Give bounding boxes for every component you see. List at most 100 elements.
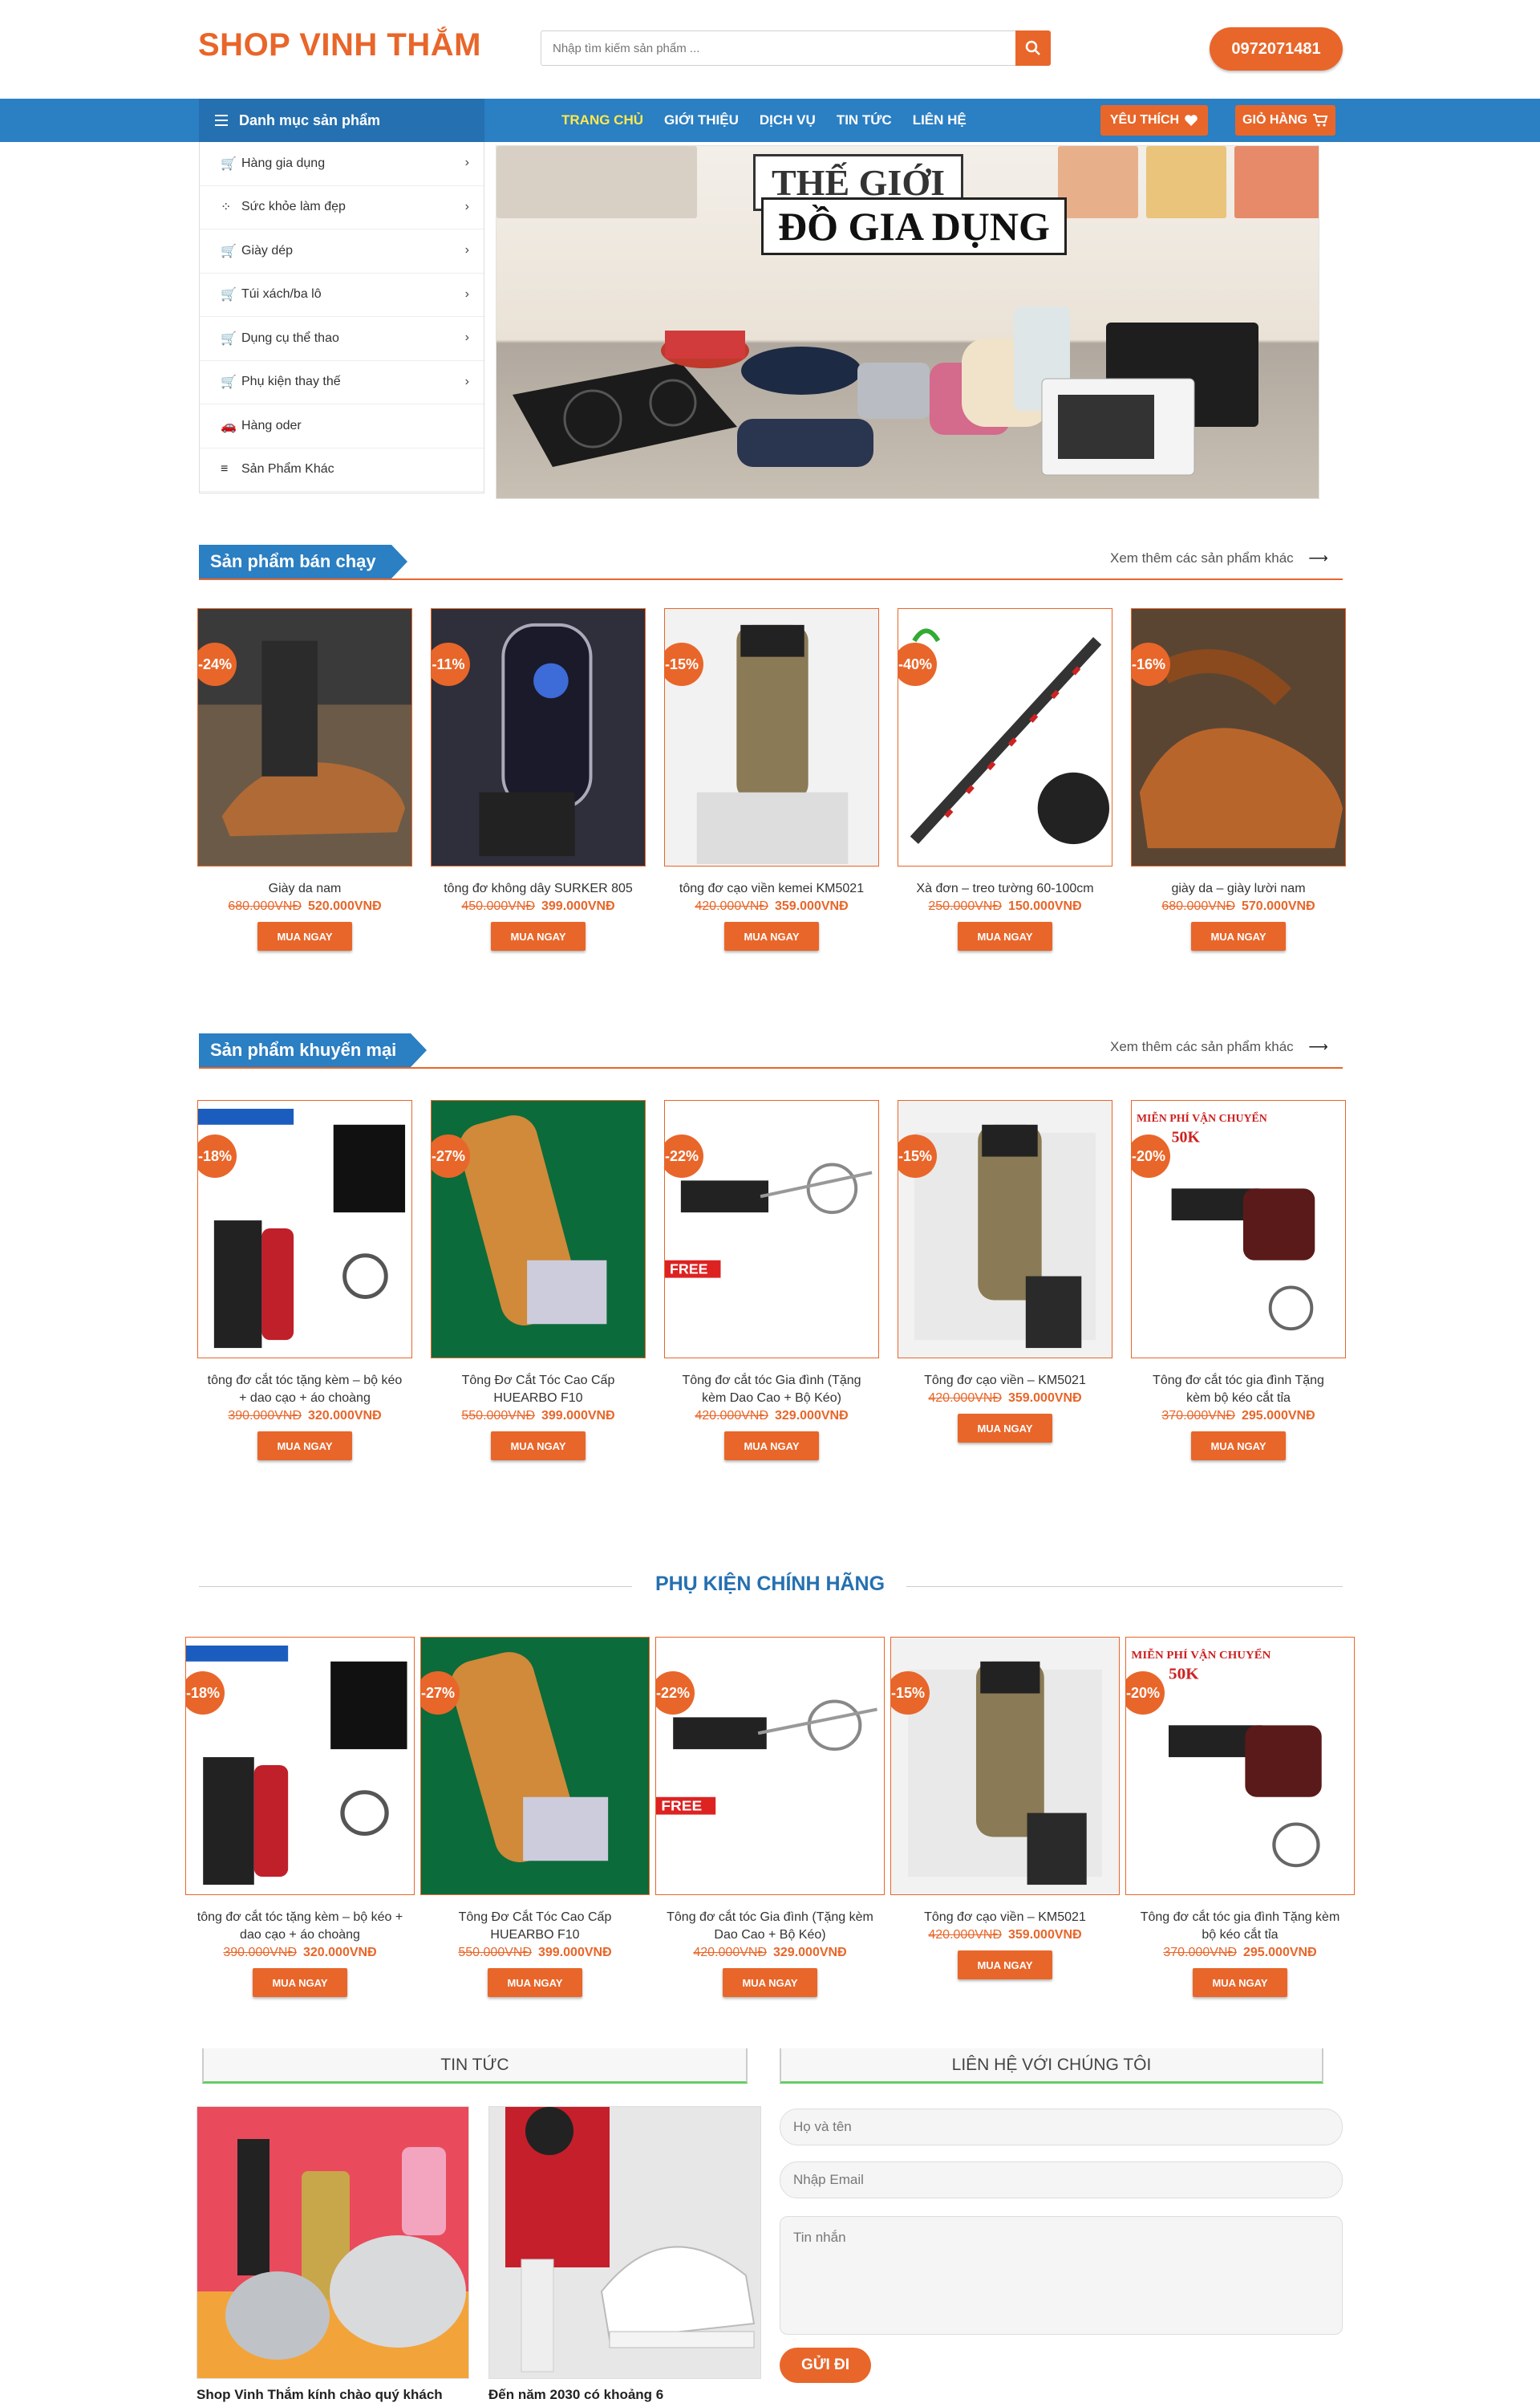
product-card[interactable]: -16% giày da – giày lười nam 680.000VNĐ 570… (1131, 608, 1346, 951)
buy-now-button[interactable]: MUA NGAY (488, 1968, 582, 1997)
buy-now-button[interactable]: MUA NGAY (958, 922, 1052, 951)
product-card[interactable]: FREE -22% Tông đơ cắt tóc Gia đình (Tặng k… (664, 1100, 879, 1460)
product-card[interactable]: -24% Giày da nam 680.000VNĐ 520.000VNĐ MUA N… (197, 608, 412, 951)
product-card[interactable]: -15% tông đơ cạo viền kemei KM5021 420.000… (664, 608, 879, 951)
news-caption-1[interactable]: Shop Vinh Thắm kính chào quý khách (197, 2387, 443, 2403)
product-name[interactable]: Tông đơ cắt tóc Gia đình (Tặng kèm Dao C… (655, 1909, 885, 1944)
sale-price: 359.000VNĐ (1008, 1928, 1082, 1942)
name-field[interactable]: Họ và tên (780, 2109, 1343, 2145)
category-item[interactable]: 🛒 Giày dép › (200, 229, 484, 274)
email-field[interactable]: Nhập Email (780, 2161, 1343, 2198)
old-price: 390.000VNĐ (228, 1409, 302, 1423)
cart-button[interactable]: GIỎ HÀNG (1235, 105, 1335, 136)
old-price: 390.000VNĐ (223, 1946, 297, 1959)
product-image[interactable]: -24% (197, 608, 412, 867)
product-image[interactable]: FREE -22% (655, 1637, 885, 1895)
product-image[interactable]: -27% (431, 1100, 646, 1358)
product-image[interactable]: -27% (420, 1637, 650, 1895)
product-name[interactable]: tông đơ cắt tóc tặng kèm – bộ kéo + dao … (185, 1909, 415, 1944)
category-item[interactable]: ≡ Sản Phẩm Khác (200, 449, 484, 492)
product-name[interactable]: tông đơ cạo viền kemei KM5021 (664, 880, 879, 898)
product-name[interactable]: Tông Đơ Cắt Tóc Cao Cấp HUEARBO F10 (420, 1909, 650, 1944)
product-card[interactable]: -18% tông đơ cắt tóc tặng kèm – bộ kéo + … (185, 1637, 415, 1997)
product-price: 370.000VNĐ 295.000VNĐ (1125, 1946, 1355, 1960)
product-name[interactable]: Xà đơn – treo tường 60-100cm (898, 880, 1112, 898)
product-image[interactable]: -15% (890, 1637, 1120, 1895)
search-button[interactable] (1015, 30, 1051, 66)
sale-price: 359.000VNĐ (1008, 1391, 1082, 1405)
product-card[interactable]: -40% Xà đơn – treo tường 60-100cm 250.000V… (898, 608, 1112, 951)
product-name[interactable]: Tông Đơ Cắt Tóc Cao Cấp HUEARBO F10 (431, 1372, 646, 1407)
buy-now-button[interactable]: MUA NGAY (257, 922, 352, 951)
send-button[interactable]: GỬI ĐI (780, 2348, 871, 2383)
buy-now-button[interactable]: MUA NGAY (958, 1414, 1052, 1443)
buy-now-button[interactable]: MUA NGAY (724, 922, 819, 951)
product-image[interactable]: MIỄN PHÍ VẬN CHUYỂN 50K -20% (1125, 1637, 1355, 1895)
product-image[interactable]: -18% (185, 1637, 415, 1895)
buy-now-button[interactable]: MUA NGAY (958, 1950, 1052, 1979)
product-image[interactable]: -40% (898, 608, 1112, 867)
category-item[interactable]: ⁘ Sức khỏe làm đẹp › (200, 186, 484, 229)
product-card[interactable]: -18% tông đơ cắt tóc tặng kèm – bộ kéo + … (197, 1100, 412, 1460)
sale-price: 329.000VNĐ (773, 1946, 847, 1959)
product-name[interactable]: Tông đơ cạo viền – KM5021 (898, 1372, 1112, 1390)
product-image[interactable]: -16% (1131, 608, 1346, 867)
bestseller-more-link[interactable]: Xem thêm các sản phẩm khác ⟶ (1110, 550, 1328, 566)
category-item[interactable]: 🛒 Hàng gia dụng › (200, 142, 484, 186)
menu-news[interactable]: TIN TỨC (837, 112, 892, 128)
product-name[interactable]: Giày da nam (197, 880, 412, 898)
buy-now-button[interactable]: MUA NGAY (253, 1968, 347, 1997)
product-name[interactable]: Tông đơ cắt tóc gia đình Tặng kèm bộ kéo… (1125, 1909, 1355, 1944)
category-item[interactable]: 🛒 Phụ kiện thay thế › (200, 361, 484, 404)
news-thumb-1[interactable] (197, 2106, 469, 2379)
category-item[interactable]: 🛒 Dụng cụ thể thao › (200, 317, 484, 361)
buy-now-button[interactable]: MUA NGAY (723, 1968, 817, 1997)
product-card[interactable]: -15% Tông đơ cạo viền – KM5021 420.000VNĐ 3… (898, 1100, 1112, 1443)
menu-home[interactable]: TRANG CHỦ (561, 112, 643, 128)
product-image[interactable]: MIỄN PHÍ VẬN CHUYỂN 50K -20% (1131, 1100, 1346, 1358)
product-image[interactable]: FREE -22% (664, 1100, 879, 1358)
menu-contact[interactable]: LIÊN HỆ (913, 112, 967, 128)
wishlist-button[interactable]: YÊU THÍCH (1100, 105, 1208, 136)
category-item[interactable]: 🚗 Hàng oder (200, 404, 484, 449)
hero-banner[interactable]: THẾ GIỚI ĐỒ GIA DỤNG (496, 145, 1319, 499)
product-name[interactable]: tông đơ không dây SURKER 805 (431, 880, 646, 898)
product-name[interactable]: Tông đơ cắt tóc gia đình Tặng kèm bộ kéo… (1131, 1372, 1346, 1407)
product-name[interactable]: Tông đơ cắt tóc Gia đình (Tặng kèm Dao C… (664, 1372, 879, 1407)
message-field[interactable]: Tin nhắn (780, 2216, 1343, 2335)
site-logo[interactable]: SHOP VINH THẮM (198, 27, 481, 63)
hotline-button[interactable]: 0972071481 (1210, 27, 1343, 71)
product-card[interactable]: -27% Tông Đơ Cắt Tóc Cao Cấp HUEARBO F10 5… (420, 1637, 650, 1997)
category-menu-toggle[interactable]: Danh mục sản phẩm (199, 99, 484, 142)
promo-more-link[interactable]: Xem thêm các sản phẩm khác ⟶ (1110, 1039, 1328, 1055)
news-caption-2[interactable]: Đến năm 2030 có khoảng 6 (488, 2387, 663, 2403)
product-card[interactable]: -11% tông đơ không dây SURKER 805 450.000V… (431, 608, 646, 951)
product-card[interactable]: MIỄN PHÍ VẬN CHUYỂN 50K -20% Tông đơ cắt tó… (1125, 1637, 1355, 1997)
buy-now-button[interactable]: MUA NGAY (1191, 1431, 1286, 1460)
buy-now-button[interactable]: MUA NGAY (491, 922, 586, 951)
buy-now-button[interactable]: MUA NGAY (1193, 1968, 1287, 1997)
product-image[interactable]: -15% (664, 608, 879, 867)
product-image[interactable]: -15% (898, 1100, 1112, 1358)
product-image[interactable]: -11% (431, 608, 646, 867)
cart-icon: 🛒 (221, 288, 237, 302)
buy-now-button[interactable]: MUA NGAY (491, 1431, 586, 1460)
product-image[interactable]: -18% (197, 1100, 412, 1358)
product-card[interactable]: FREE -22% Tông đơ cắt tóc Gia đình (Tặng k… (655, 1637, 885, 1997)
buy-now-button[interactable]: MUA NGAY (724, 1431, 819, 1460)
menu-services[interactable]: DỊCH VỤ (760, 112, 816, 128)
buy-now-button[interactable]: MUA NGAY (1191, 922, 1286, 951)
news-thumb-2[interactable] (488, 2106, 761, 2379)
product-card[interactable]: MIỄN PHÍ VẬN CHUYỂN 50K -20% Tông đơ cắt tó… (1131, 1100, 1346, 1460)
product-card[interactable]: -15% Tông đơ cạo viền – KM5021 420.000VNĐ 3… (890, 1637, 1120, 1979)
product-price: 680.000VNĐ 520.000VNĐ (197, 899, 412, 914)
buy-now-button[interactable]: MUA NGAY (257, 1431, 352, 1460)
product-card[interactable]: -27% Tông Đơ Cắt Tóc Cao Cấp HUEARBO F10 5… (431, 1100, 646, 1460)
product-name[interactable]: Tông đơ cạo viền – KM5021 (890, 1909, 1120, 1926)
menu-about[interactable]: GIỚI THIỆU (664, 112, 739, 128)
product-name[interactable]: giày da – giày lười nam (1131, 880, 1346, 898)
search-input[interactable] (541, 31, 1015, 65)
product-name[interactable]: tông đơ cắt tóc tặng kèm – bộ kéo + dao … (197, 1372, 412, 1407)
sale-price: 320.000VNĐ (303, 1946, 377, 1959)
category-item[interactable]: 🛒 Túi xách/ba lô › (200, 274, 484, 317)
